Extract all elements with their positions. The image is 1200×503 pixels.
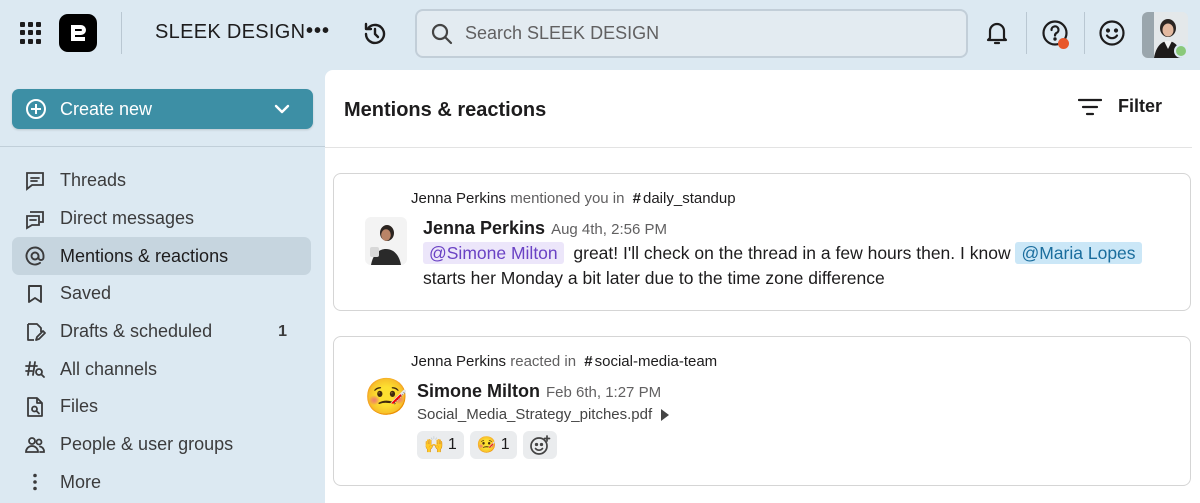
page-title: Mentions & reactions (344, 99, 547, 121)
drafts-count-badge: 1 (278, 322, 287, 340)
file-name: Social_Media_Strategy_pitches.pdf (417, 406, 653, 423)
sidebar-item-label: More (60, 471, 102, 492)
sidebar-item-people[interactable]: People & user groups (12, 426, 311, 464)
sidebar-divider (0, 146, 325, 147)
bell-icon[interactable] (982, 18, 1012, 48)
chevron-down-icon (274, 104, 290, 114)
divider (1084, 12, 1085, 54)
sidebar-item-label: All channels (60, 358, 158, 379)
workspace-logo-icon[interactable] (59, 14, 97, 52)
online-status-dot (1174, 44, 1188, 58)
add-reaction-icon (529, 435, 551, 455)
drafts-icon (24, 321, 46, 343)
sidebar-item-label: People & user groups (60, 434, 234, 455)
main-panel: Mentions & reactions Filter Jenna Perkin… (325, 70, 1200, 503)
message-text: starts her Monday a bit later due to the… (423, 268, 885, 288)
filter-icon (1078, 98, 1102, 115)
card-header: Jenna Perkins reacted in # social-media-t… (411, 353, 717, 370)
emoji-icon[interactable] (1097, 18, 1127, 48)
message-text: great! I'll check on the thread in a few… (573, 243, 1011, 263)
reaction-bar: 🙌 1 🤒 1 (417, 431, 563, 459)
user-mention[interactable]: @Maria Lopes (1015, 242, 1142, 264)
threads-icon (24, 170, 46, 192)
top-bar: SLEEK DESIGN ••• (0, 0, 1200, 66)
message-meta: Jenna Perkins Aug 4th, 2:56 PM (423, 218, 667, 239)
user-mention[interactable]: @Simone Milton (423, 242, 564, 264)
message-timestamp[interactable]: Feb 6th, 1:27 PM (546, 384, 661, 401)
filter-label: Filter (1118, 96, 1163, 116)
sidebar-item-drafts[interactable]: Drafts & scheduled 1 (12, 313, 311, 351)
sidebar-item-saved[interactable]: Saved (12, 275, 311, 313)
people-icon (24, 434, 46, 456)
message-meta: Simone Milton Feb 6th, 1:27 PM (417, 381, 661, 402)
plus-circle-icon (26, 99, 46, 119)
search-bar[interactable] (415, 9, 968, 58)
search-icon (431, 23, 453, 44)
play-arrow-icon (661, 408, 670, 421)
channel-search-icon (24, 358, 46, 380)
direct-messages-icon (24, 208, 46, 230)
sidebar-item-threads[interactable]: Threads (12, 162, 311, 200)
message-author[interactable]: Jenna Perkins (423, 218, 545, 238)
header-divider (325, 147, 1192, 148)
file-attachment[interactable]: Social_Media_Strategy_pitches.pdf (417, 406, 670, 423)
sidebar-item-direct-messages[interactable]: Direct messages (12, 200, 311, 238)
face-with-thermometer-icon: 🤒 (476, 437, 497, 454)
sidebar-item-label: Saved (60, 283, 112, 304)
raised-hands-icon: 🙌 (424, 437, 444, 454)
face-with-thermometer-icon: 🤒 (364, 376, 409, 417)
sidebar-item-more[interactable]: More (12, 464, 311, 502)
channel-hash-icon: # (632, 190, 641, 207)
history-icon[interactable] (361, 20, 389, 48)
workspace-more-button[interactable]: ••• (306, 20, 330, 43)
apps-grid-icon[interactable] (20, 22, 42, 44)
card-header: Jenna Perkins mentioned you in # daily_st… (411, 190, 736, 207)
message-body: @Simone Milton great! I'll check on the … (423, 241, 1183, 291)
filter-button[interactable]: Filter (1078, 96, 1162, 117)
actor-name[interactable]: Jenna Perkins (411, 190, 506, 207)
notification-dot (1058, 38, 1069, 49)
sidebar-item-all-channels[interactable]: All channels (12, 350, 311, 388)
sidebar-item-label: Drafts & scheduled (60, 321, 213, 342)
sidebar-item-mentions-reactions[interactable]: Mentions & reactions (12, 237, 311, 276)
more-vertical-icon (24, 471, 46, 493)
reaction-count: 1 (500, 436, 510, 453)
action-text: reacted in (510, 353, 577, 370)
sidebar-item-label: Mentions & reactions (60, 245, 229, 266)
bookmark-icon (24, 283, 46, 305)
channel-hash-icon: # (584, 353, 593, 370)
actor-name[interactable]: Jenna Perkins (411, 353, 506, 370)
mention-card[interactable]: Jenna Perkins mentioned you in # daily_st… (333, 173, 1191, 311)
sidebar-nav: Threads Direct messages Mentions & react… (12, 162, 311, 501)
message-timestamp[interactable]: Aug 4th, 2:56 PM (551, 221, 667, 238)
divider (121, 12, 122, 54)
reaction-thermometer-face[interactable]: 🤒 1 (469, 431, 517, 459)
sidebar-item-label: Direct messages (60, 208, 195, 229)
sidebar-item-label: Files (60, 396, 99, 417)
action-text: mentioned you in (510, 190, 625, 207)
sidebar-item-files[interactable]: Files (12, 388, 311, 426)
workspace-name[interactable]: SLEEK DESIGN (155, 21, 305, 44)
divider (1026, 12, 1027, 54)
reaction-count: 1 (447, 436, 457, 453)
create-new-button[interactable]: Create new (12, 89, 313, 129)
files-icon (24, 396, 46, 418)
at-sign-icon (24, 245, 46, 267)
message-author[interactable]: Simone Milton (417, 381, 540, 401)
add-reaction-button[interactable] (522, 431, 557, 459)
channel-link[interactable]: social-media-team (595, 353, 718, 370)
sidebar-item-label: Threads (60, 170, 127, 191)
channel-link[interactable]: daily_standup (643, 190, 736, 207)
reaction-card[interactable]: Jenna Perkins reacted in # social-media-t… (333, 336, 1191, 486)
create-new-label: Create new (60, 98, 153, 119)
reaction-raised-hands[interactable]: 🙌 1 (417, 431, 464, 459)
avatar[interactable] (365, 217, 407, 265)
search-input[interactable] (465, 23, 945, 44)
